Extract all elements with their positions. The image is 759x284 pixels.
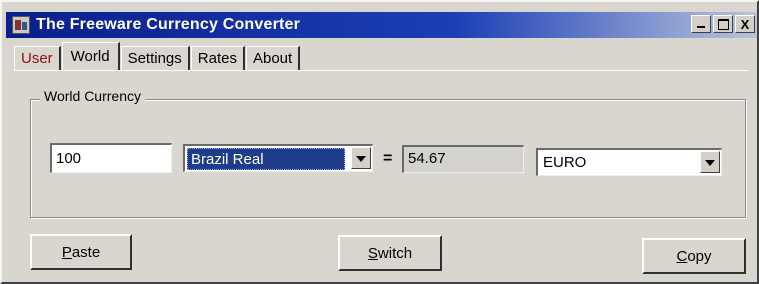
switch-label: witch: [377, 244, 413, 262]
amount-input[interactable]: [50, 143, 172, 173]
app-icon[interactable]: [12, 16, 30, 34]
app-window: The Freeware Currency Converter X User W…: [0, 0, 759, 284]
group-label: World Currency: [40, 88, 145, 104]
window-title: The Freeware Currency Converter: [36, 16, 301, 33]
copy-button[interactable]: Copy: [642, 238, 746, 274]
maximize-button[interactable]: [713, 15, 733, 33]
tab-rates[interactable]: Rates: [190, 46, 245, 70]
window-controls: X: [691, 15, 755, 33]
to-currency-select[interactable]: EURO: [536, 148, 722, 176]
paste-mnemonic: P: [61, 243, 72, 261]
switch-button[interactable]: Switch: [338, 235, 442, 271]
tab-about[interactable]: About: [245, 46, 301, 70]
chevron-down-icon[interactable]: [351, 147, 371, 169]
copy-label: opy: [687, 247, 712, 265]
to-currency-value: EURO: [543, 154, 587, 171]
minimize-button[interactable]: [691, 15, 711, 33]
title-bar[interactable]: The Freeware Currency Converter X: [6, 12, 757, 38]
tab-panel-divider: [14, 70, 748, 71]
tab-settings[interactable]: Settings: [120, 46, 190, 70]
tab-user[interactable]: User: [14, 46, 61, 70]
paste-label: aste: [71, 243, 101, 261]
tab-world[interactable]: World: [61, 42, 120, 70]
close-button[interactable]: X: [735, 15, 755, 33]
from-currency-value: Brazil Real: [187, 148, 345, 170]
chevron-down-icon[interactable]: [700, 151, 720, 173]
from-currency-select[interactable]: Brazil Real: [183, 144, 373, 172]
equals-sign: =: [383, 150, 393, 167]
paste-button[interactable]: Paste: [30, 234, 132, 270]
tab-strip: User World Settings Rates About: [14, 42, 301, 70]
result-field: 54.67: [402, 145, 524, 173]
switch-mnemonic: S: [367, 244, 378, 262]
copy-mnemonic: C: [676, 247, 688, 265]
